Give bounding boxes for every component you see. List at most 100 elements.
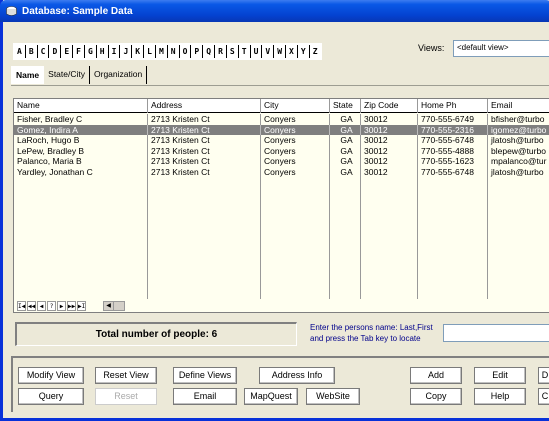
column-header-email[interactable]: Email: [488, 99, 549, 113]
last-record-button[interactable]: ▶I: [77, 300, 86, 311]
alpha-letter-l[interactable]: L: [144, 45, 156, 58]
cell-name: Yardley, Jonathan C: [14, 166, 148, 177]
reset-button[interactable]: Reset: [95, 388, 157, 405]
locate-hint: Enter the persons name: Last,First and p…: [310, 322, 442, 344]
button-panel: Modify View Reset View Define Views Addr…: [11, 356, 549, 412]
alpha-letter-s[interactable]: S: [227, 45, 239, 58]
email-button[interactable]: Email: [173, 388, 237, 405]
define-views-button[interactable]: Define Views: [173, 367, 237, 384]
tab-name[interactable]: Name: [11, 66, 45, 84]
close-button[interactable]: C: [538, 388, 549, 405]
cell-email: blepew@turbo: [488, 146, 549, 157]
alpha-letter-g[interactable]: G: [85, 45, 97, 58]
cell-address: 2713 Kristen Ct: [148, 124, 261, 135]
alpha-letter-z[interactable]: Z: [310, 45, 321, 58]
help-button[interactable]: Help: [474, 388, 526, 405]
alpha-letter-d[interactable]: D: [49, 45, 62, 58]
alpha-letter-h[interactable]: H: [97, 45, 109, 58]
cell-zip: 30012: [361, 124, 418, 135]
cell-email: mpalanco@tur: [488, 156, 549, 167]
cell-home-phone: 770-555-1623: [418, 156, 488, 167]
tab-state-city[interactable]: State/City: [44, 66, 91, 84]
edit-button[interactable]: Edit: [474, 367, 526, 384]
add-button[interactable]: Add: [410, 367, 462, 384]
alpha-letter-k[interactable]: K: [132, 45, 145, 58]
column-header-address[interactable]: Address: [148, 99, 261, 113]
window-title: Database: Sample Data: [22, 5, 133, 17]
modify-view-button[interactable]: Modify View: [18, 367, 84, 384]
cell-home-phone: 770-555-4888: [418, 145, 488, 156]
alpha-letter-v[interactable]: V: [262, 45, 275, 58]
cell-city: Conyers: [261, 114, 330, 125]
cell-city: Conyers: [261, 124, 330, 135]
alpha-letter-y[interactable]: Y: [298, 45, 310, 58]
column-header-name[interactable]: Name: [14, 99, 148, 113]
cell-email: jlatosh@turbo: [488, 167, 549, 178]
address-info-button[interactable]: Address Info: [259, 367, 335, 384]
record-navigation-bar: I◀ ◀◀ ◀? ▶ ▶▶ ▶I ◀: [17, 300, 125, 311]
alpha-letter-j[interactable]: J: [120, 45, 133, 58]
column-header-state[interactable]: State: [330, 99, 361, 113]
alpha-letter-b[interactable]: B: [26, 45, 38, 58]
cell-state: GA: [330, 114, 361, 125]
alpha-letter-o[interactable]: O: [180, 45, 192, 58]
alpha-letter-f[interactable]: F: [73, 45, 85, 58]
cell-state: GA: [330, 135, 361, 146]
alpha-letter-m[interactable]: M: [156, 45, 168, 58]
views-label: Views:: [418, 43, 445, 53]
alpha-letter-n[interactable]: N: [168, 45, 180, 58]
table-row[interactable]: Gomez, Indira A 2713 Kristen Ct Conyers GA 3…: [14, 124, 549, 135]
alpha-letter-x[interactable]: X: [286, 45, 298, 58]
alpha-letter-r[interactable]: R: [215, 45, 227, 58]
tab-strip: Name State/City Organization: [11, 66, 148, 84]
column-header-city[interactable]: City: [261, 99, 330, 113]
tab-organization[interactable]: Organization: [90, 66, 148, 84]
people-grid[interactable]: Name Address City State Zip Code Home Ph…: [13, 98, 549, 313]
table-row[interactable]: LePew, Bradley B 2713 Kristen Ct Conyers GA…: [14, 145, 549, 157]
alpha-letter-i[interactable]: I: [109, 45, 121, 58]
prev-record-button[interactable]: ◀: [37, 300, 46, 311]
reset-view-button[interactable]: Reset View: [95, 367, 157, 384]
locate-name-input[interactable]: [443, 324, 549, 342]
copy-button[interactable]: Copy: [410, 388, 462, 405]
query-button[interactable]: Query: [18, 388, 84, 405]
cell-zip: 30012: [361, 156, 418, 167]
app-icon: [5, 5, 18, 18]
next-page-button[interactable]: ▶▶: [67, 300, 76, 311]
title-bar[interactable]: Database: Sample Data: [0, 0, 549, 22]
alpha-letter-w[interactable]: W: [274, 45, 287, 58]
delete-button[interactable]: D: [538, 367, 549, 384]
horizontal-scrollbar[interactable]: ◀: [103, 300, 125, 311]
next-record-button[interactable]: ▶: [57, 300, 66, 311]
tab-divider: [11, 85, 549, 86]
alpha-letter-u[interactable]: U: [251, 45, 263, 58]
prev-page-button[interactable]: ◀◀: [27, 300, 36, 311]
alpha-letter-c[interactable]: C: [38, 45, 50, 58]
column-header-home-phone[interactable]: Home Ph: [418, 99, 488, 113]
alpha-letter-q[interactable]: Q: [203, 45, 216, 58]
alpha-letter-a[interactable]: A: [14, 45, 26, 58]
alpha-letter-e[interactable]: E: [61, 45, 74, 58]
cell-state: GA: [330, 156, 361, 167]
views-dropdown[interactable]: <default view>: [453, 40, 549, 57]
locate-hint-line-2: and press the Tab key to locate: [310, 334, 421, 343]
table-row[interactable]: LaRoch, Hugo B 2713 Kristen Ct Conyers GA 30…: [14, 135, 549, 146]
website-button[interactable]: WebSite: [306, 388, 360, 405]
table-row[interactable]: Fisher, Bradley C 2713 Kristen Ct Conyers G…: [14, 114, 549, 125]
alpha-letter-t[interactable]: T: [239, 45, 251, 58]
cell-address: 2713 Kristen Ct: [148, 114, 261, 125]
cell-home-phone: 770-555-2316: [418, 124, 488, 135]
table-row[interactable]: Yardley, Jonathan C 2713 Kristen Ct Conyer…: [14, 166, 549, 178]
alpha-letter-p[interactable]: P: [191, 45, 204, 58]
table-row[interactable]: Palanco, Maria B 2713 Kristen Ct Conyers GA…: [14, 156, 549, 167]
cell-zip: 30012: [361, 166, 418, 177]
first-record-button[interactable]: I◀: [17, 300, 26, 311]
record-search-button[interactable]: ?: [47, 300, 56, 311]
cell-state: GA: [330, 166, 361, 177]
mapquest-button[interactable]: MapQuest: [244, 388, 298, 405]
scroll-left-icon[interactable]: ◀: [104, 301, 114, 310]
cell-zip: 30012: [361, 145, 418, 156]
cell-name: Palanco, Maria B: [14, 156, 148, 167]
column-header-zip[interactable]: Zip Code: [361, 99, 418, 113]
cell-city: Conyers: [261, 135, 330, 146]
